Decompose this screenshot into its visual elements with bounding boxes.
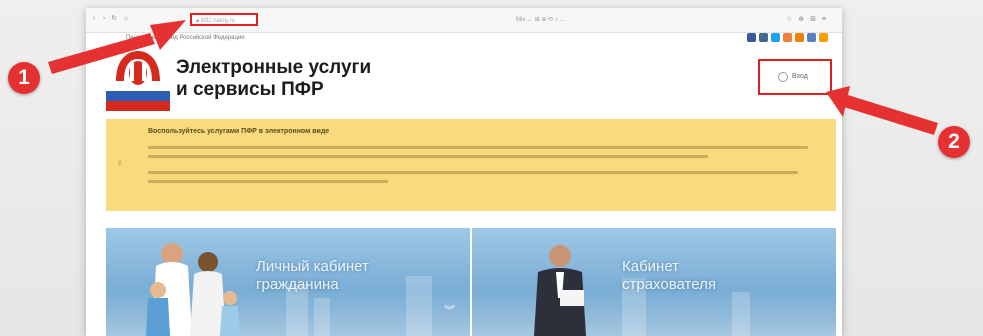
- step-marker-1: 1: [8, 62, 40, 94]
- step-marker-2: 2: [938, 126, 970, 158]
- screenshot-stage: ‹ › ↻ ⌂ 🔒︎ lkfl2.nalog.ru Mix ← ⊞ ⊕ ⟲ ⌂ …: [0, 0, 983, 336]
- arrow-to-address: [48, 20, 186, 74]
- arrow-to-login: [826, 86, 938, 135]
- annotation-arrows: [48, 20, 938, 135]
